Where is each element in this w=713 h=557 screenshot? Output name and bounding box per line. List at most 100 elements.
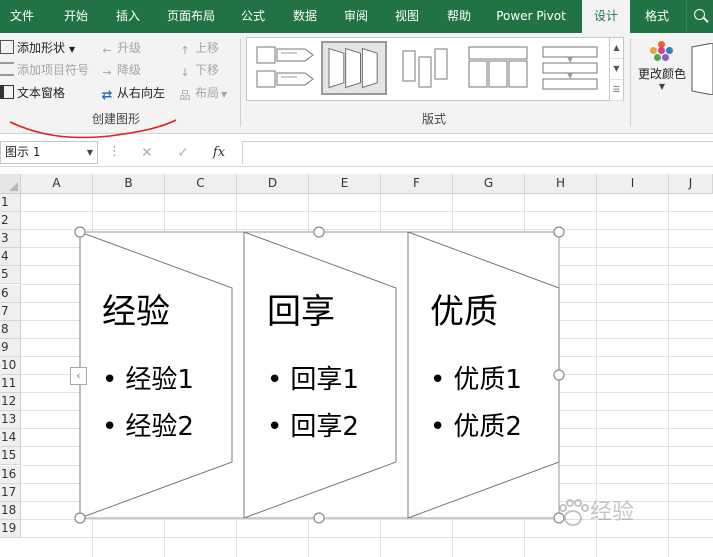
layout-thumb-5[interactable] [537, 41, 603, 95]
gallery-down-icon[interactable]: ▼ [610, 59, 623, 80]
column-header-I[interactable]: I [597, 174, 669, 194]
row-header-9[interactable]: 9 [0, 338, 21, 357]
row-header-19[interactable]: 19 [0, 519, 21, 538]
chevron-down-icon: ▼ [221, 90, 228, 99]
cancel-button[interactable]: ✕ [136, 142, 158, 164]
change-colors-label: 更改颜色 [637, 67, 686, 81]
group-label-layouts: 版式 [422, 112, 447, 126]
select-all-corner[interactable] [0, 174, 21, 194]
tab-home[interactable]: 开始 [52, 0, 100, 33]
demote-label: 降级 [117, 63, 142, 77]
move-down-button[interactable]: ↓ 下移 [178, 60, 219, 80]
row-header-15[interactable]: 15 [0, 447, 21, 466]
smartart-shape-2-bullet-2[interactable]: 回享2 [267, 411, 359, 443]
smartart-shape-1-bullet-1[interactable]: 经验1 [102, 364, 194, 396]
row-header-2[interactable]: 2 [0, 212, 21, 231]
name-box-value: 图示 1 [5, 145, 41, 159]
row-header-3[interactable]: 3 [0, 230, 21, 249]
tab-review[interactable]: 审阅 [334, 0, 378, 33]
gridline [21, 211, 713, 213]
chevron-down-icon[interactable]: ▼ [87, 142, 93, 163]
formula-input[interactable] [242, 141, 713, 164]
column-header-F[interactable]: F [381, 174, 453, 194]
row-header-7[interactable]: 7 [0, 302, 21, 321]
column-header-A[interactable]: A [21, 174, 93, 194]
layout-button[interactable]: 品布局 ▼ [178, 83, 228, 103]
right-to-left-button[interactable]: ⇄ 从右向左 [100, 83, 165, 103]
row-header-8[interactable]: 8 [0, 320, 21, 339]
text-pane-label: 文本窗格 [17, 86, 66, 100]
column-header-B[interactable]: B [93, 174, 165, 194]
search-icon[interactable] [686, 0, 713, 33]
column-header-H[interactable]: H [525, 174, 597, 194]
name-box[interactable]: 图示 1 ▼ [0, 141, 98, 164]
smartart-shape-2-title[interactable]: 回享 [267, 292, 335, 332]
row-header-18[interactable]: 18 [0, 501, 21, 520]
ribbon-tab-bar: 文件 开始 插入 页面布局 公式 数据 审阅 视图 帮助 Power Pivot… [0, 0, 713, 33]
add-bullet-button[interactable]: 添加项目符号 [0, 60, 89, 80]
row-header-6[interactable]: 6 [0, 284, 21, 303]
smartart-shape-3-bullet-2[interactable]: 优质2 [430, 411, 522, 443]
row-header-4[interactable]: 4 [0, 248, 21, 267]
smartart-shape-3-title[interactable]: 优质 [430, 292, 498, 332]
column-header-J[interactable]: J [669, 174, 713, 194]
swap-icon: ⇄ [101, 88, 113, 103]
row-header-17[interactable]: 17 [0, 483, 21, 502]
add-bullet-label: 添加项目符号 [17, 63, 90, 77]
tab-help[interactable]: 帮助 [436, 0, 482, 33]
row-header-14[interactable]: 14 [0, 429, 21, 448]
smartart-shape-1-bullet-2[interactable]: 经验2 [102, 411, 194, 443]
row-header-16[interactable]: 16 [0, 465, 21, 484]
arrow-down-icon: ↓ [180, 66, 190, 79]
tab-design[interactable]: 设计 [582, 0, 630, 33]
enter-button[interactable]: ✓ [172, 142, 194, 164]
drag-handle[interactable]: ⋮ [108, 143, 121, 161]
smartart-shape-2-bullet-1[interactable]: 回享1 [267, 364, 359, 396]
annotation-underline [9, 119, 177, 139]
gallery-scroll[interactable]: ▲ ▼ ☰ [609, 38, 623, 101]
layout-thumb-3[interactable] [393, 41, 459, 95]
tab-format[interactable]: 格式 [634, 0, 680, 33]
insert-function-button[interactable]: fx [208, 142, 230, 164]
demote-button[interactable]: → 降级 [100, 60, 141, 80]
column-header-E[interactable]: E [309, 174, 381, 194]
tab-file[interactable]: 文件 [0, 0, 44, 33]
row-header-1[interactable]: 1 [0, 194, 21, 213]
palette-dot [650, 47, 657, 54]
style-preview-thumb[interactable] [690, 43, 713, 95]
row-header-10[interactable]: 10 [0, 356, 21, 375]
smartart-shape-3-bullet-1[interactable]: 优质1 [430, 364, 522, 396]
tab-data[interactable]: 数据 [282, 0, 328, 33]
layout-thumb-4[interactable] [465, 41, 531, 95]
promote-button[interactable]: ← 升级 [100, 38, 141, 58]
column-header-C[interactable]: C [165, 174, 237, 194]
smartart-shape-1-title[interactable]: 经验 [102, 292, 170, 332]
tab-view[interactable]: 视图 [384, 0, 430, 33]
text-pane-toggle[interactable]: ‹ [70, 367, 87, 385]
tab-power-pivot[interactable]: Power Pivot [490, 0, 572, 33]
layouts-gallery: ▲ ▼ ☰ [246, 37, 624, 101]
text-pane-button[interactable]: 文本窗格 [0, 83, 65, 103]
tab-insert[interactable]: 插入 [104, 0, 152, 33]
move-up-label: 上移 [195, 41, 220, 55]
row-header-5[interactable]: 5 [0, 266, 21, 285]
formula-bar: 图示 1 ▼ ⋮ ✕ ✓ fx [0, 140, 713, 167]
layout-thumb-1[interactable] [253, 41, 319, 95]
add-shape-button[interactable]: 添加形状 ▼ [0, 38, 75, 58]
tab-formulas[interactable]: 公式 [230, 0, 276, 33]
column-header-G[interactable]: G [453, 174, 525, 194]
gallery-up-icon[interactable]: ▲ [610, 38, 623, 59]
tab-page-layout[interactable]: 页面布局 [158, 0, 224, 33]
gridline [668, 194, 669, 557]
change-colors-button[interactable]: 更改颜色 ▼ [634, 41, 690, 91]
layout-thumb-2-selected[interactable] [321, 41, 387, 95]
move-up-button[interactable]: ↑ 上移 [178, 38, 219, 58]
group-separator [630, 39, 631, 127]
row-header-13[interactable]: 13 [0, 411, 21, 430]
column-header-D[interactable]: D [237, 174, 309, 194]
chevron-down-icon: ▼ [658, 82, 666, 91]
gridline [21, 536, 713, 538]
row-header-12[interactable]: 12 [0, 393, 21, 412]
gallery-more-icon[interactable]: ☰ [610, 80, 623, 101]
row-header-11[interactable]: 11 [0, 375, 21, 394]
